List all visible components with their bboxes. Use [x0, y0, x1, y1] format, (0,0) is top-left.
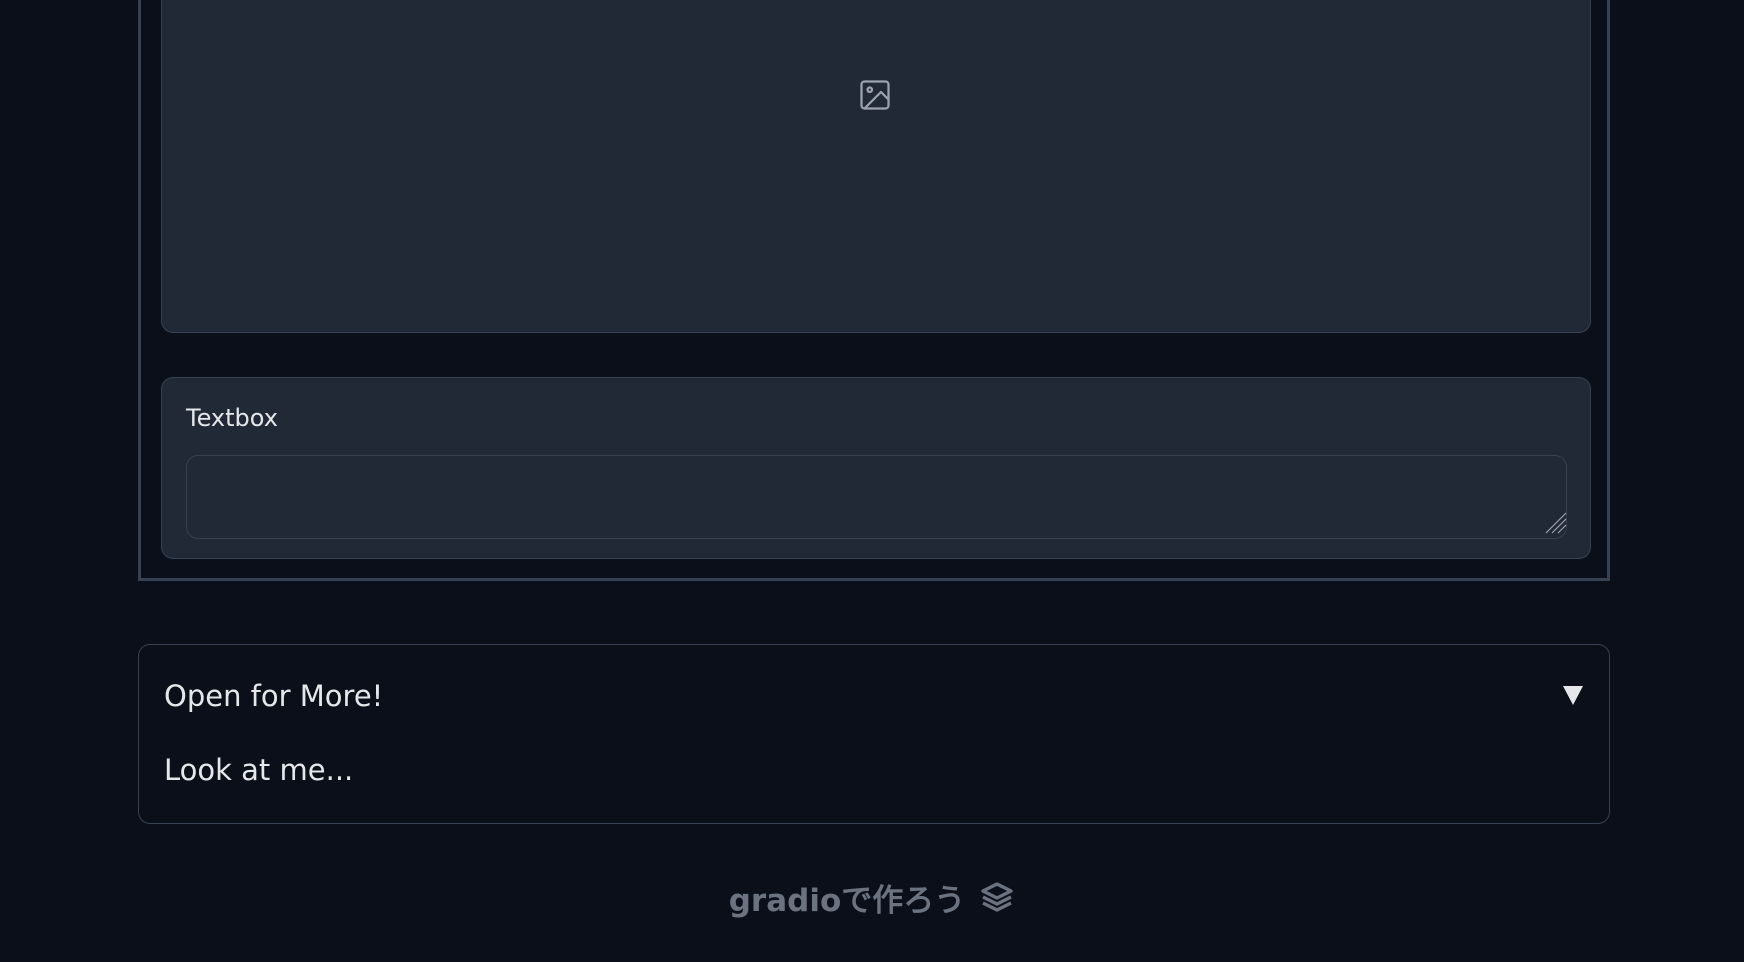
- column-group: Textbox: [138, 0, 1610, 581]
- built-with-gradio-link[interactable]: gradioで作ろう: [729, 875, 966, 920]
- image-icon: [857, 77, 893, 113]
- image-output[interactable]: [161, 0, 1591, 333]
- textbox-block: Textbox: [161, 377, 1591, 559]
- accordion-toggle[interactable]: Open for More!: [139, 645, 1609, 745]
- accordion: Open for More! Look at me...: [138, 644, 1610, 824]
- triangle-down-icon[interactable]: [1561, 683, 1585, 707]
- textbox-label: Textbox: [186, 404, 278, 432]
- resize-handle-icon[interactable]: [1542, 509, 1568, 535]
- footer: gradioで作ろう: [0, 872, 1744, 922]
- accordion-content: Look at me...: [164, 753, 354, 787]
- gradio-logo-icon[interactable]: [979, 879, 1015, 915]
- textbox-input[interactable]: [186, 455, 1567, 539]
- accordion-title: Open for More!: [164, 679, 384, 713]
